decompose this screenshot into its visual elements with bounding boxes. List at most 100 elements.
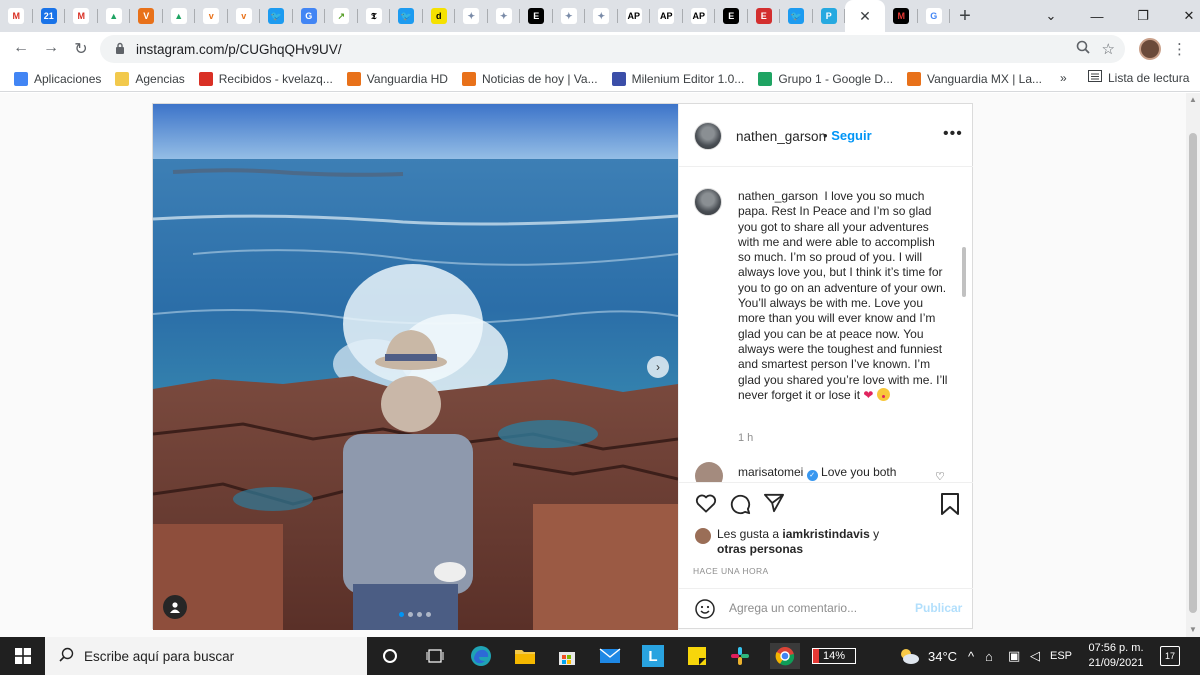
- browser-tab[interactable]: E: [520, 0, 553, 32]
- bookmark-item[interactable]: Vanguardia HD: [346, 71, 448, 86]
- browser-tab[interactable]: AP: [618, 0, 651, 32]
- network-icon[interactable]: ▣: [1008, 637, 1020, 675]
- browser-tab[interactable]: 21: [33, 0, 66, 32]
- reload-button[interactable]: ↻: [66, 39, 96, 59]
- liker-avatar[interactable]: [695, 528, 711, 544]
- browser-tab[interactable]: M: [65, 0, 98, 32]
- caption-time[interactable]: 1 h: [738, 432, 753, 444]
- slack-icon[interactable]: [727, 643, 753, 669]
- browser-tab[interactable]: ↗: [325, 0, 358, 32]
- likes-username[interactable]: iamkristindavis: [782, 527, 869, 541]
- zoom-search-icon[interactable]: [1076, 40, 1090, 58]
- post-photo[interactable]: ›: [153, 104, 678, 630]
- restore-button[interactable]: ❐: [1120, 8, 1166, 24]
- browser-tab[interactable]: v: [228, 0, 261, 32]
- browser-tab[interactable]: 🐦: [390, 0, 423, 32]
- chrome-icon[interactable]: [770, 643, 800, 669]
- browser-tab[interactable]: AP: [650, 0, 683, 32]
- scroll-up-icon[interactable]: ▲: [1189, 95, 1197, 104]
- more-options-icon[interactable]: •••: [943, 125, 963, 143]
- likes-summary[interactable]: Les gusta a iamkristindavis y otras pers…: [695, 527, 907, 557]
- browser-tab[interactable]: 🐦: [260, 0, 293, 32]
- comments-scrollbar[interactable]: [962, 247, 966, 297]
- profile-avatar[interactable]: [1139, 38, 1161, 60]
- temperature[interactable]: 34°C: [928, 637, 957, 675]
- cortana-icon[interactable]: [377, 643, 403, 669]
- taskbar-search[interactable]: Escribe aquí para buscar: [45, 637, 367, 675]
- store-icon[interactable]: [554, 643, 580, 669]
- lock-icon[interactable]: [108, 42, 132, 57]
- browser-menu-icon[interactable]: ⋮: [1172, 40, 1187, 58]
- browser-tab[interactable]: E: [715, 0, 748, 32]
- tray-expand-icon[interactable]: ^: [968, 637, 974, 675]
- share-icon[interactable]: [763, 493, 785, 518]
- notification-center-icon[interactable]: 17: [1160, 646, 1180, 666]
- comment-like-icon[interactable]: ♡: [935, 470, 945, 482]
- edge-icon[interactable]: [468, 643, 494, 669]
- volume-icon[interactable]: ◁: [1030, 637, 1040, 675]
- url-text[interactable]: instagram.com/p/CUGhqQHv9UV/: [136, 42, 342, 57]
- forward-button[interactable]: →: [36, 39, 66, 59]
- post-date[interactable]: HACE UNA HORA: [693, 566, 769, 576]
- browser-tab[interactable]: P: [813, 0, 846, 32]
- comment-icon[interactable]: [729, 493, 751, 520]
- bookmark-item[interactable]: Milenium Editor 1.0...: [611, 71, 744, 86]
- save-bookmark-icon[interactable]: [941, 493, 959, 520]
- battery-indicator[interactable]: 14%: [812, 648, 856, 664]
- browser-tab[interactable]: E: [748, 0, 781, 32]
- bookmark-item[interactable]: Agencias: [115, 71, 185, 86]
- comment-username[interactable]: marisatomei: [738, 465, 803, 479]
- tab-search-button[interactable]: ⌄: [1028, 8, 1074, 24]
- next-photo-button[interactable]: ›: [647, 356, 669, 378]
- caption-username[interactable]: nathen_garson: [738, 189, 818, 203]
- browser-tab[interactable]: ✦: [488, 0, 521, 32]
- browser-tab[interactable]: ▲: [98, 0, 131, 32]
- task-view-icon[interactable]: [422, 643, 448, 669]
- browser-tab[interactable]: ▲: [163, 0, 196, 32]
- tagged-user-icon[interactable]: [163, 595, 187, 619]
- back-button[interactable]: ←: [6, 39, 36, 59]
- instagram-tab[interactable]: ✕: [845, 0, 885, 32]
- bookmarks-overflow-button[interactable]: »: [1060, 71, 1067, 85]
- likes-others[interactable]: otras personas: [717, 542, 803, 556]
- l-app-icon[interactable]: L: [640, 643, 666, 669]
- reading-list-button[interactable]: Lista de lectura: [1088, 70, 1189, 85]
- comment-input[interactable]: Agrega un comentario...: [729, 601, 857, 615]
- page-scrollbar[interactable]: ▲ ▼: [1186, 93, 1200, 637]
- bookmark-item[interactable]: Recibidos - kvelazq...: [198, 71, 333, 86]
- bookmark-item[interactable]: Vanguardia MX | La...: [907, 71, 1042, 86]
- browser-tab[interactable]: V: [130, 0, 163, 32]
- browser-tab[interactable]: M: [885, 0, 918, 32]
- browser-tab[interactable]: ✦: [553, 0, 586, 32]
- start-button[interactable]: [0, 637, 45, 675]
- browser-tab[interactable]: G: [918, 0, 951, 32]
- publish-button[interactable]: Publicar: [915, 601, 962, 615]
- new-tab-button[interactable]: +: [950, 0, 980, 32]
- language-indicator[interactable]: ESP: [1050, 637, 1072, 675]
- bookmark-star-icon[interactable]: ☆: [1102, 40, 1115, 58]
- author-username[interactable]: nathen_garson: [736, 129, 826, 144]
- caption-avatar[interactable]: [694, 188, 722, 216]
- browser-tab[interactable]: 🐦: [780, 0, 813, 32]
- like-icon[interactable]: [695, 493, 717, 518]
- taskbar-clock[interactable]: 07:56 p. m. 21/09/2021: [1082, 641, 1150, 671]
- sticky-notes-icon[interactable]: [684, 643, 710, 669]
- emoji-picker-icon[interactable]: [695, 599, 715, 624]
- browser-tab[interactable]: ✦: [455, 0, 488, 32]
- browser-tab[interactable]: d: [423, 0, 456, 32]
- bookmark-item[interactable]: Noticias de hoy | Va...: [461, 71, 598, 86]
- mail-icon[interactable]: [597, 643, 623, 669]
- file-explorer-icon[interactable]: [512, 643, 538, 669]
- follow-button[interactable]: • Seguir: [823, 128, 872, 143]
- comment-avatar[interactable]: [695, 462, 723, 482]
- browser-tab[interactable]: AP: [683, 0, 716, 32]
- minimize-button[interactable]: —: [1074, 9, 1120, 24]
- address-bar[interactable]: instagram.com/p/CUGhqQHv9UV/ ☆: [100, 35, 1125, 63]
- browser-tab[interactable]: v: [195, 0, 228, 32]
- weather-icon[interactable]: [896, 643, 922, 669]
- close-window-button[interactable]: ✕: [1166, 8, 1200, 24]
- browser-tab[interactable]: M: [0, 0, 33, 32]
- bookmark-item[interactable]: Grupo 1 - Google D...: [758, 71, 893, 86]
- close-tab-icon[interactable]: ✕: [859, 8, 871, 25]
- browser-tab[interactable]: G: [293, 0, 326, 32]
